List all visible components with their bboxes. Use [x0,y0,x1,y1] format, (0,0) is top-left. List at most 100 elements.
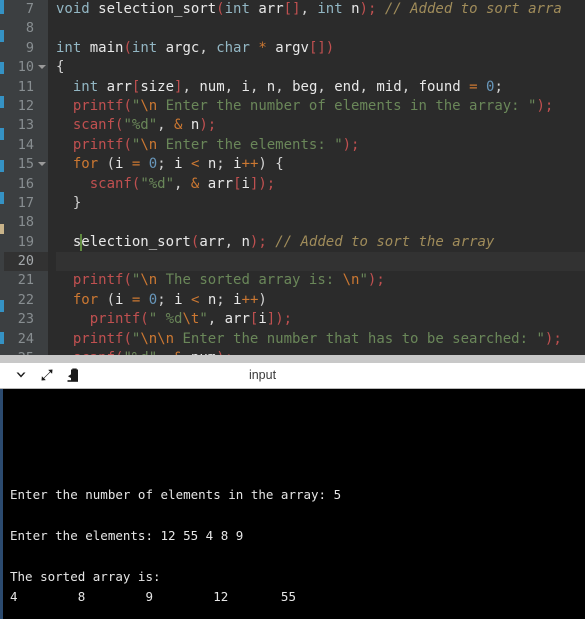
code-token: for [72,291,99,308]
code-token: ); [544,330,562,347]
code-token: char [216,39,250,56]
editor-code-area[interactable]: void selection_sort(int arr[], int n); /… [48,0,585,355]
code-token: n [241,233,250,250]
code-token: ); [359,1,377,17]
fold-arrow-icon[interactable] [38,162,46,167]
line-number[interactable]: 12 [4,97,48,116]
code-token: , [401,78,419,95]
code-token: n [207,291,217,308]
ide-window: 7891011121314151617181920212223242526272… [0,0,585,619]
line-number[interactable]: 21 [4,271,48,290]
fold-arrow-icon[interactable] [38,65,46,70]
line-number[interactable]: 11 [4,78,48,97]
code-line[interactable]: printf(" \n\n Enter the number that has t… [56,330,585,349]
line-number[interactable]: 14 [4,136,48,155]
line-number[interactable]: 17 [4,194,48,213]
line-number[interactable]: 20 [4,252,48,272]
code-token: ( [106,156,116,173]
code-token: "%d" [123,117,158,134]
code-token: \n [140,272,158,289]
code-token: found [418,78,461,95]
code-token: , [199,39,217,56]
code-line[interactable]: printf("\n Enter the number of elements … [56,97,585,116]
expand-diagonal-icon[interactable] [34,364,60,386]
pin-icon[interactable] [60,364,86,386]
editor-line-number-gutter[interactable]: 7891011121314151617181920212223242526272… [4,0,48,355]
code-token: ( [123,272,132,289]
code-line[interactable]: printf("\n The sorted array is: \n"); [56,271,585,290]
code-token: scanf [72,117,116,134]
code-token: int [224,1,250,17]
code-token: int [131,39,158,56]
console-output[interactable]: Enter the number of elements in the arra… [0,388,585,619]
line-number[interactable]: 18 [4,213,48,232]
code-token: ; [216,291,234,308]
code-token: * [258,39,267,56]
code-token: Enter the number that has to be searched… [174,330,537,347]
code-token: ( [123,97,132,114]
code-token: int [317,1,343,17]
code-token: arr [224,311,250,328]
line-number[interactable]: 24 [4,330,48,349]
line-number[interactable]: 19 [4,233,48,252]
code-token: { [56,59,65,76]
code-line[interactable]: } [56,194,585,213]
code-token: // Added to sort arra [384,1,562,17]
code-token: Enter the elements: [157,136,335,153]
code-line[interactable]: printf(" %d\t", arr[i]); [56,310,585,329]
code-line[interactable]: printf("\n Enter the elements: "); [56,136,585,155]
code-line[interactable] [56,19,585,38]
code-line[interactable]: selection_sort(arr, n); // Added to sort… [56,233,585,252]
line-number[interactable]: 15 [4,155,48,174]
code-line[interactable] [56,213,585,232]
code-line[interactable]: scanf("%d", & arr[i]); [56,175,585,194]
code-token: n [351,1,360,17]
code-token: scanf [73,350,115,355]
line-number[interactable]: 23 [4,310,48,329]
code-token: , [224,233,242,250]
code-line[interactable]: void selection_sort(int arr[], int n); /… [56,0,585,19]
code-token: arr [207,175,234,192]
line-number[interactable]: 16 [4,175,48,194]
code-token: ; [494,78,503,95]
code-token: " [334,136,343,153]
code-line[interactable] [56,252,585,272]
code-token: [ [233,175,242,192]
code-line[interactable]: int arr[size], num, i, n, beg, end, mid,… [56,78,585,97]
line-number[interactable]: 13 [4,116,48,135]
line-number[interactable]: 8 [4,19,48,38]
line-number[interactable]: 9 [4,39,48,58]
code-line[interactable]: scanf("%d", & num); [56,349,585,355]
line-number[interactable]: 22 [4,291,48,310]
line-number[interactable]: 7 [4,0,48,19]
code-token: main [89,39,124,56]
code-token: ( [216,1,225,17]
code-line[interactable]: for (i = 0; i < n; i++) { [56,155,585,174]
code-token: , [157,117,175,134]
code-token: mid [376,78,402,95]
line-number[interactable]: 10 [4,58,48,77]
code-token: printf [72,97,124,114]
code-line[interactable]: { [56,58,585,77]
code-token: , [182,78,200,95]
editor-console-splitter[interactable] [0,354,585,363]
code-line[interactable]: int main(int argc, char * argv[]) [56,39,585,58]
editor-code-lines[interactable]: void selection_sort(int arr[], int n); /… [48,0,585,355]
code-token: i [233,156,242,173]
code-line[interactable]: for (i = 0; i < n; i++) [56,291,585,310]
line-number[interactable]: 25 [4,349,48,355]
code-line[interactable]: scanf("%d", & n); [56,116,585,135]
chevron-down-icon[interactable] [8,364,34,386]
code-token: i [174,156,183,173]
